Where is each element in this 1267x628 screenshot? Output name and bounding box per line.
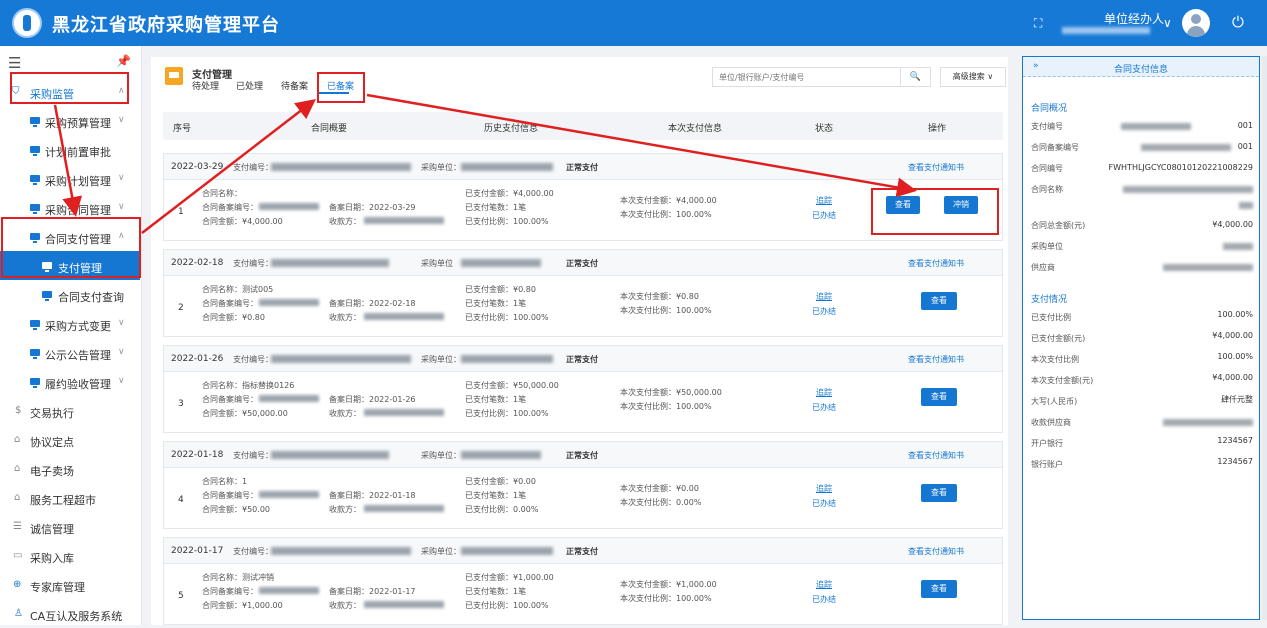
annotation-arrow <box>53 104 83 217</box>
annotation-arrows <box>53 93 917 234</box>
annotation-arrow <box>366 93 917 198</box>
annotation-arrow <box>141 98 316 234</box>
